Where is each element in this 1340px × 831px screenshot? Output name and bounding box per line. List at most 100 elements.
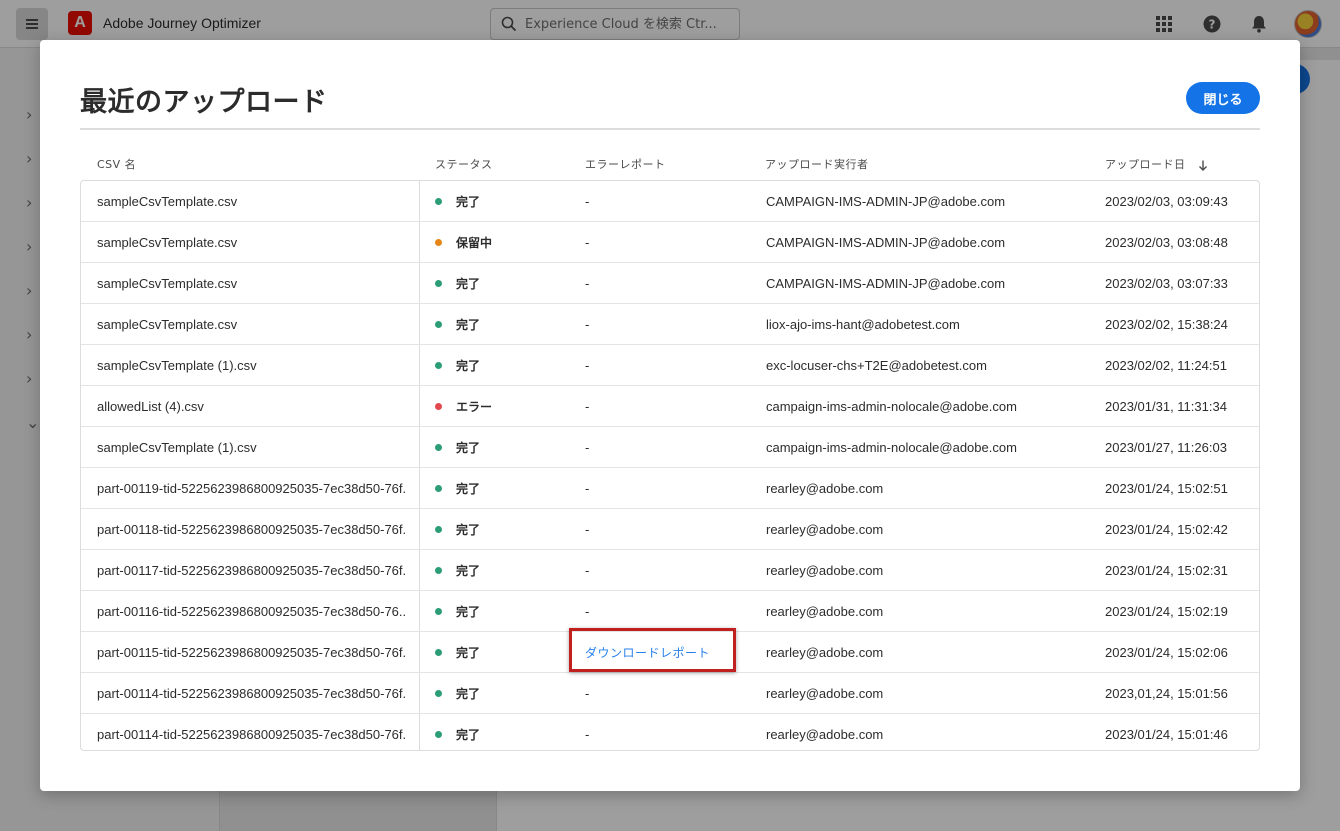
table-row[interactable]: part-00114-tid-5225623986800925035-7ec38… bbox=[81, 673, 1259, 714]
table-row[interactable]: allowedList (4).csv エラー - campaign-ims-admi… bbox=[81, 386, 1259, 427]
error-report-cell: - bbox=[585, 604, 590, 619]
error-report-cell: - bbox=[585, 440, 590, 455]
uploader-cell: campaign-ims-admin-nolocale@adobe.com bbox=[766, 440, 1017, 455]
status-label: 完了 bbox=[456, 605, 481, 619]
uploader-cell: rearley@adobe.com bbox=[766, 522, 884, 537]
csv-name-cell: sampleCsvTemplate.csv bbox=[97, 276, 238, 291]
table-row[interactable]: part-00114-tid-5225623986800925035-7ec38… bbox=[81, 714, 1259, 750]
table-row[interactable]: part-00119-tid-5225623986800925035-7ec38… bbox=[81, 468, 1259, 509]
status-dot-icon bbox=[435, 731, 442, 738]
csv-name-cell: part-00114-tid-5225623986800925035-7ec38… bbox=[97, 727, 407, 742]
status-cell: 完了 bbox=[435, 550, 575, 591]
status-cell: 保留中 bbox=[435, 222, 575, 263]
upload-date-cell: 2023/01/24, 15:02:31 bbox=[1105, 563, 1228, 578]
csv-name-cell: allowedList (4).csv bbox=[97, 399, 204, 414]
status-cell: 完了 bbox=[435, 181, 575, 222]
upload-date-cell: 2023/02/03, 03:09:43 bbox=[1105, 194, 1228, 209]
error-report-cell: - bbox=[585, 235, 590, 250]
uploader-cell: liox-ajo-ims-hant@adobetest.com bbox=[766, 317, 960, 332]
status-cell: 完了 bbox=[435, 468, 575, 509]
table-row[interactable]: part-00116-tid-5225623986800925035-7ec38… bbox=[81, 591, 1259, 632]
csv-name-cell: sampleCsvTemplate.csv bbox=[97, 317, 238, 332]
table-row[interactable]: sampleCsvTemplate.csv 完了 - liox-ajo-ims-han… bbox=[81, 304, 1259, 345]
upload-date-cell: 2023/02/02, 15:38:24 bbox=[1105, 317, 1228, 332]
csv-name-cell: sampleCsvTemplate (1).csv bbox=[97, 440, 257, 455]
upload-date-cell: 2023/01/24, 15:02:06 bbox=[1105, 645, 1228, 660]
uploader-cell: CAMPAIGN-IMS-ADMIN-JP@adobe.com bbox=[766, 276, 1006, 291]
error-report-cell: - bbox=[585, 317, 590, 332]
status-label: 完了 bbox=[456, 441, 481, 455]
status-dot-icon bbox=[435, 526, 442, 533]
status-dot-icon bbox=[435, 239, 442, 246]
upload-date-cell: 2023/02/03, 03:07:33 bbox=[1105, 276, 1228, 291]
csv-name-cell: part-00116-tid-5225623986800925035-7ec38… bbox=[97, 604, 407, 619]
status-label: 保留中 bbox=[456, 236, 493, 250]
status-label: 完了 bbox=[456, 359, 481, 373]
close-button[interactable]: 閉じる bbox=[1186, 82, 1260, 114]
csv-name-cell: sampleCsvTemplate (1).csv bbox=[97, 358, 257, 373]
status-label: 完了 bbox=[456, 195, 481, 209]
status-dot-icon bbox=[435, 321, 442, 328]
status-cell: 完了 bbox=[435, 509, 575, 550]
error-report-cell: - bbox=[585, 358, 590, 373]
status-cell: 完了 bbox=[435, 632, 575, 673]
status-dot-icon bbox=[435, 362, 442, 369]
error-report-cell: - bbox=[585, 727, 590, 742]
status-dot-icon bbox=[435, 608, 442, 615]
csv-name-cell: sampleCsvTemplate.csv bbox=[97, 235, 238, 250]
status-cell: エラー bbox=[435, 386, 575, 427]
column-header-error-report[interactable]: エラーレポート bbox=[585, 156, 666, 172]
status-dot-icon bbox=[435, 403, 442, 410]
column-header-uploader[interactable]: アップロード実行者 bbox=[765, 156, 869, 172]
status-dot-icon bbox=[435, 690, 442, 697]
error-report-cell: - bbox=[585, 194, 590, 209]
status-cell: 完了 bbox=[435, 591, 575, 632]
status-dot-icon bbox=[435, 198, 442, 205]
error-report-cell: ダウンロードレポート bbox=[585, 632, 755, 673]
uploader-cell: campaign-ims-admin-nolocale@adobe.com bbox=[766, 399, 1017, 414]
upload-date-cell: 2023/02/02, 11:24:51 bbox=[1105, 358, 1227, 373]
status-label: 完了 bbox=[456, 687, 481, 701]
table-row[interactable]: part-00115-tid-5225623986800925035-7ec38… bbox=[81, 632, 1259, 673]
download-report-link[interactable]: ダウンロードレポート bbox=[585, 644, 710, 661]
table-row[interactable]: sampleCsvTemplate (1).csv 完了 - campaign-ims… bbox=[81, 427, 1259, 468]
uploads-table: sampleCsvTemplate.csv 完了 - CAMPAIGN-IMS-ADM… bbox=[80, 180, 1260, 751]
table-row[interactable]: sampleCsvTemplate.csv 完了 - CAMPAIGN-IMS-ADM… bbox=[81, 181, 1259, 222]
status-label: 完了 bbox=[456, 728, 481, 742]
status-dot-icon bbox=[435, 485, 442, 492]
column-header-status[interactable]: ステータス bbox=[435, 156, 493, 172]
table-row[interactable]: part-00118-tid-5225623986800925035-7ec38… bbox=[81, 509, 1259, 550]
column-header-upload-date-label: アップロード日 bbox=[1105, 158, 1186, 171]
status-cell: 完了 bbox=[435, 673, 575, 714]
csv-name-cell: sampleCsvTemplate.csv bbox=[97, 194, 238, 209]
status-dot-icon bbox=[435, 280, 442, 287]
upload-date-cell: 2023/01/27, 11:26:03 bbox=[1105, 440, 1227, 455]
csv-name-cell: part-00117-tid-5225623986800925035-7ec38… bbox=[97, 563, 407, 578]
csv-name-cell: part-00119-tid-5225623986800925035-7ec38… bbox=[97, 481, 407, 496]
status-label: 完了 bbox=[456, 564, 481, 578]
title-divider bbox=[80, 128, 1260, 130]
upload-date-cell: 2023/01/24, 15:01:46 bbox=[1105, 727, 1228, 742]
uploader-cell: rearley@adobe.com bbox=[766, 645, 884, 660]
column-header-csv-name[interactable]: CSV 名 bbox=[97, 156, 136, 172]
uploader-cell: exc-locuser-chs+T2E@adobetest.com bbox=[766, 358, 987, 373]
upload-date-cell: 2023/01/24, 15:02:42 bbox=[1105, 522, 1228, 537]
error-report-cell: - bbox=[585, 481, 590, 496]
status-cell: 完了 bbox=[435, 345, 575, 386]
status-label: エラー bbox=[456, 400, 493, 414]
error-report-cell: - bbox=[585, 522, 590, 537]
status-label: 完了 bbox=[456, 646, 481, 660]
table-row[interactable]: sampleCsvTemplate.csv 保留中 - CAMPAIGN-IMS-AD… bbox=[81, 222, 1259, 263]
uploader-cell: rearley@adobe.com bbox=[766, 604, 884, 619]
dialog-title: 最近のアップロード bbox=[80, 87, 328, 118]
arrow-down-icon[interactable] bbox=[1198, 160, 1208, 171]
uploader-cell: CAMPAIGN-IMS-ADMIN-JP@adobe.com bbox=[766, 194, 1006, 209]
status-dot-icon bbox=[435, 649, 442, 656]
error-report-cell: - bbox=[585, 563, 590, 578]
status-cell: 完了 bbox=[435, 304, 575, 345]
upload-date-cell: 2023/01/24, 15:02:19 bbox=[1105, 604, 1228, 619]
table-row[interactable]: sampleCsvTemplate (1).csv 完了 - exc-locuser-… bbox=[81, 345, 1259, 386]
column-header-upload-date[interactable]: アップロード日 bbox=[1105, 156, 1208, 172]
table-row[interactable]: sampleCsvTemplate.csv 完了 - CAMPAIGN-IMS-ADM… bbox=[81, 263, 1259, 304]
table-row[interactable]: part-00117-tid-5225623986800925035-7ec38… bbox=[81, 550, 1259, 591]
